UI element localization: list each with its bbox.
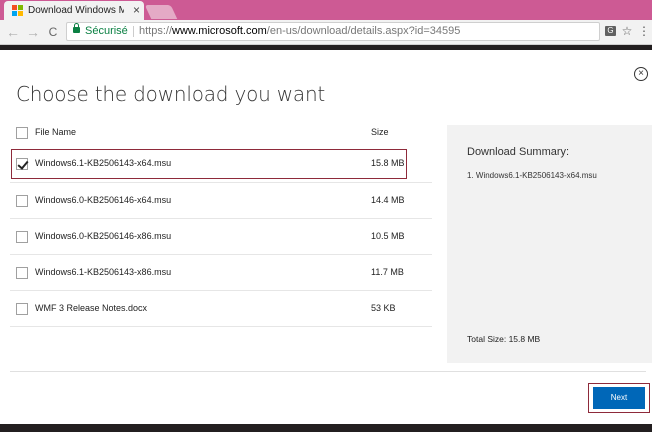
- tab-title: Download Windows Mana: [28, 5, 124, 16]
- translate-icon[interactable]: G: [605, 26, 616, 36]
- next-button-highlight: Next: [588, 383, 650, 413]
- row-divider: [10, 326, 432, 327]
- browser-window: Download Windows Mana × ← → C Sécurisé h…: [0, 0, 652, 432]
- close-icon[interactable]: ×: [634, 67, 648, 81]
- file-name: Windows6.0-KB2506146-x64.msu: [35, 195, 172, 205]
- reload-icon[interactable]: C: [44, 22, 62, 42]
- url-host: www.microsoft.com: [172, 25, 267, 37]
- forward-icon[interactable]: →: [24, 22, 42, 42]
- file-name: Windows6.1-KB2506143-x86.msu: [35, 267, 172, 277]
- file-row[interactable]: Windows6.1-KB2506143-x86.msu 11.7 MB: [10, 255, 432, 291]
- browser-tab[interactable]: Download Windows Mana ×: [4, 1, 144, 20]
- back-icon[interactable]: ←: [4, 22, 22, 42]
- column-header-size: Size: [371, 127, 389, 137]
- next-button[interactable]: Next: [593, 387, 645, 409]
- file-checkbox[interactable]: [16, 267, 28, 279]
- url-scheme: https://: [139, 25, 173, 37]
- url-text: https://www.microsoft.com/en-us/download…: [139, 23, 460, 40]
- file-row[interactable]: Windows6.0-KB2506146-x64.msu 14.4 MB: [10, 183, 432, 219]
- star-icon[interactable]: ☆: [620, 24, 634, 38]
- column-header-filename: File Name: [35, 127, 77, 137]
- address-bar[interactable]: Sécurisé https://www.microsoft.com/en-us…: [66, 22, 600, 41]
- secure-label: Sécurisé: [85, 25, 128, 37]
- file-size: 10.5 MB: [371, 231, 405, 241]
- file-row[interactable]: WMF 3 Release Notes.docx 53 KB: [10, 291, 432, 327]
- page-title: Choose the download you want: [16, 82, 326, 106]
- page-backdrop-bottom: [0, 424, 652, 432]
- file-size: 14.4 MB: [371, 195, 405, 205]
- lock-icon: [73, 23, 80, 33]
- menu-icon[interactable]: ⋮: [637, 24, 651, 38]
- footer-divider: [10, 371, 646, 372]
- file-checkbox[interactable]: [16, 195, 28, 207]
- browser-toolbar: ← → C Sécurisé https://www.microsoft.com…: [0, 20, 652, 45]
- download-summary-panel: Download Summary: 1. Windows6.1-KB250614…: [447, 125, 652, 363]
- file-checkbox[interactable]: [16, 231, 28, 243]
- file-row[interactable]: Windows6.0-KB2506146-x86.msu 10.5 MB: [10, 219, 432, 255]
- microsoft-logo-icon: [12, 5, 23, 16]
- select-all-checkbox[interactable]: [16, 127, 28, 139]
- selected-row-highlight: [11, 149, 407, 179]
- tab-close-icon[interactable]: ×: [133, 4, 140, 16]
- file-name: Windows6.0-KB2506146-x86.msu: [35, 231, 172, 241]
- summary-total-size: Total Size: 15.8 MB: [467, 334, 541, 344]
- summary-title: Download Summary:: [467, 146, 570, 158]
- file-name: WMF 3 Release Notes.docx: [35, 303, 148, 313]
- new-tab-button[interactable]: [144, 5, 178, 19]
- file-size: 53 KB: [371, 303, 396, 313]
- file-size: 11.7 MB: [371, 267, 404, 277]
- address-separator: [133, 26, 134, 37]
- tab-strip: Download Windows Mana ×: [0, 0, 652, 20]
- file-checkbox[interactable]: [16, 303, 28, 315]
- url-path: /en-us/download/details.aspx?id=34595: [266, 25, 461, 37]
- summary-item: 1. Windows6.1-KB2506143-x64.msu: [467, 171, 597, 180]
